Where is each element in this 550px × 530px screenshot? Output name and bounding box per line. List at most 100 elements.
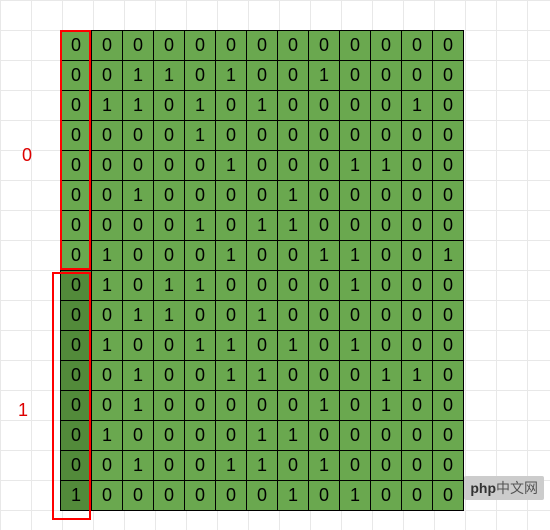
matrix-cell: 0 — [154, 241, 185, 271]
matrix-cell: 0 — [402, 241, 433, 271]
matrix-cell: 0 — [216, 91, 247, 121]
matrix-cell: 0 — [340, 211, 371, 241]
matrix-cell: 1 — [340, 151, 371, 181]
matrix-cell: 1 — [278, 481, 309, 511]
matrix-cell: 0 — [185, 301, 216, 331]
matrix-cell: 0 — [185, 421, 216, 451]
matrix-cell: 0 — [154, 451, 185, 481]
matrix-cell: 1 — [433, 241, 464, 271]
matrix-cell: 0 — [185, 481, 216, 511]
matrix-cell: 0 — [278, 271, 309, 301]
matrix-cell: 0 — [309, 271, 340, 301]
matrix-cell: 1 — [123, 181, 154, 211]
matrix-cell: 1 — [123, 61, 154, 91]
table-row: 0010000100000 — [61, 181, 464, 211]
table-row: 0010011000110 — [61, 361, 464, 391]
matrix-cell: 0 — [247, 181, 278, 211]
matrix-cell: 0 — [247, 481, 278, 511]
matrix-cell: 0 — [92, 481, 123, 511]
matrix-cell: 1 — [247, 91, 278, 121]
matrix-cell: 1 — [278, 421, 309, 451]
matrix-table: 0000000000000001101001000001101010000100… — [60, 30, 464, 511]
matrix-cell: 0 — [123, 151, 154, 181]
matrix-cell: 0 — [402, 421, 433, 451]
matrix-cell: 1 — [340, 271, 371, 301]
matrix-cell: 0 — [216, 181, 247, 211]
matrix-cell: 0 — [433, 301, 464, 331]
matrix-cell: 0 — [154, 121, 185, 151]
matrix-cell: 1 — [123, 361, 154, 391]
matrix-cell: 0 — [402, 331, 433, 361]
matrix-cell: 0 — [185, 151, 216, 181]
matrix-cell: 0 — [433, 331, 464, 361]
matrix-cell: 0 — [216, 211, 247, 241]
matrix-cell: 0 — [433, 391, 464, 421]
matrix-cell: 0 — [61, 331, 92, 361]
matrix-cell: 0 — [92, 31, 123, 61]
matrix-cell: 0 — [123, 241, 154, 271]
matrix-cell: 0 — [278, 451, 309, 481]
matrix-cell: 0 — [371, 331, 402, 361]
matrix-cell: 1 — [61, 481, 92, 511]
matrix-cell: 1 — [340, 331, 371, 361]
matrix-cell: 1 — [309, 451, 340, 481]
matrix-cell: 0 — [340, 181, 371, 211]
matrix-cell: 0 — [92, 391, 123, 421]
matrix-cell: 0 — [402, 271, 433, 301]
matrix-cell: 0 — [371, 481, 402, 511]
group-label-1: 1 — [18, 400, 28, 421]
matrix-cell: 0 — [309, 301, 340, 331]
matrix-cell: 0 — [123, 331, 154, 361]
matrix-cell: 1 — [247, 301, 278, 331]
matrix-cell: 0 — [278, 151, 309, 181]
matrix-cell: 1 — [309, 391, 340, 421]
matrix-cell: 0 — [433, 181, 464, 211]
matrix-cell: 1 — [340, 481, 371, 511]
matrix-cell: 0 — [340, 421, 371, 451]
matrix-cell: 1 — [216, 331, 247, 361]
matrix-cell: 0 — [278, 121, 309, 151]
matrix-cell: 0 — [433, 31, 464, 61]
matrix-cell: 0 — [61, 211, 92, 241]
matrix-cell: 0 — [433, 361, 464, 391]
matrix-cell: 0 — [371, 31, 402, 61]
matrix-cell: 1 — [309, 61, 340, 91]
matrix-cell: 0 — [154, 31, 185, 61]
matrix-cell: 0 — [92, 61, 123, 91]
matrix-cell: 0 — [309, 211, 340, 241]
matrix-cell: 1 — [247, 211, 278, 241]
matrix-cell: 0 — [340, 451, 371, 481]
matrix-cell: 0 — [433, 271, 464, 301]
matrix-cell: 0 — [61, 181, 92, 211]
matrix-cell: 0 — [247, 121, 278, 151]
matrix-cell: 0 — [371, 61, 402, 91]
matrix-cell: 0 — [278, 361, 309, 391]
matrix-cell: 0 — [340, 361, 371, 391]
matrix-cell: 1 — [278, 331, 309, 361]
matrix-cell: 0 — [61, 421, 92, 451]
watermark-badge: php中文网 — [464, 476, 544, 500]
matrix-cell: 1 — [247, 361, 278, 391]
matrix-cell: 0 — [216, 31, 247, 61]
matrix-cell: 1 — [185, 121, 216, 151]
matrix-cell: 0 — [309, 91, 340, 121]
matrix-cell: 0 — [371, 421, 402, 451]
matrix-cell: 0 — [61, 361, 92, 391]
matrix-cell: 0 — [154, 181, 185, 211]
matrix-cell: 0 — [216, 421, 247, 451]
matrix-cell: 0 — [92, 451, 123, 481]
matrix-cell: 0 — [402, 481, 433, 511]
matrix-cell: 1 — [371, 391, 402, 421]
matrix-cell: 1 — [185, 331, 216, 361]
matrix-cell: 0 — [123, 271, 154, 301]
matrix-cell: 1 — [123, 451, 154, 481]
matrix-cell: 0 — [433, 61, 464, 91]
matrix-cell: 0 — [402, 31, 433, 61]
matrix-cell: 1 — [371, 151, 402, 181]
matrix-cell: 0 — [247, 391, 278, 421]
matrix-cell: 1 — [247, 451, 278, 481]
matrix-cell: 0 — [402, 181, 433, 211]
matrix-cell: 1 — [154, 301, 185, 331]
matrix-cell: 0 — [185, 451, 216, 481]
matrix-cell: 0 — [340, 31, 371, 61]
